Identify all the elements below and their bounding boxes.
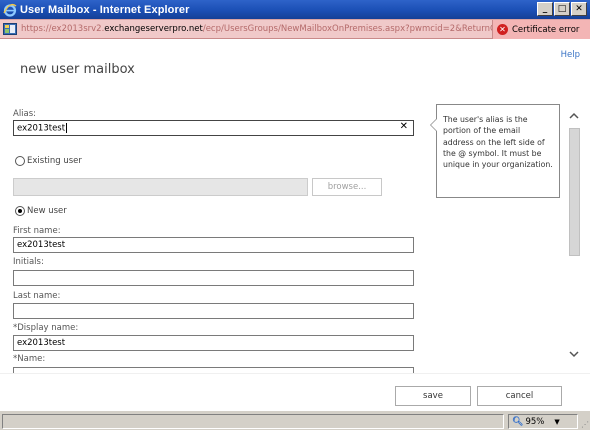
first-name-input[interactable]: ex2013test xyxy=(13,237,414,253)
initials-label: Initials: xyxy=(13,257,44,267)
tooltip-text: The user's alias is the portion of the e… xyxy=(443,115,553,170)
zoom-level: 95% xyxy=(525,416,545,427)
scrollbar-thumb[interactable] xyxy=(569,128,580,256)
help-link[interactable]: Help xyxy=(561,50,580,60)
name-label: *Name: xyxy=(13,354,46,364)
url-host: exchangeserverpro.net xyxy=(104,24,203,34)
existing-user-radio[interactable] xyxy=(15,156,25,166)
zoom-icon: 🔍︎ xyxy=(512,416,524,427)
new-user-label: New user xyxy=(27,206,67,216)
text-cursor xyxy=(66,123,68,133)
new-user-option[interactable]: New user xyxy=(15,206,67,216)
initials-input[interactable] xyxy=(13,270,414,286)
scroll-down-icon[interactable] xyxy=(568,348,580,360)
close-button[interactable]: ✕ xyxy=(571,2,587,16)
last-name-label: Last name: xyxy=(13,291,61,301)
existing-user-option[interactable]: Existing user xyxy=(15,156,82,166)
page-title: new user mailbox xyxy=(20,62,135,77)
minimize-button[interactable]: _ xyxy=(537,2,553,16)
cancel-button[interactable]: cancel xyxy=(477,386,562,406)
last-name-input[interactable] xyxy=(13,303,414,319)
shield-error-icon: ✕ xyxy=(497,24,508,35)
alias-label: Alias: xyxy=(13,109,37,119)
existing-user-field xyxy=(13,178,308,196)
status-bar: 🔍︎ 95% ▼ ⋰ xyxy=(0,410,590,430)
display-name-input[interactable]: ex2013test xyxy=(13,335,414,351)
chevron-down-icon: ▼ xyxy=(554,417,560,426)
tooltip-pointer xyxy=(430,118,437,132)
page-icon xyxy=(2,22,18,36)
certificate-error-button[interactable]: ✕ Certificate error xyxy=(492,20,590,39)
window-title: User Mailbox - Internet Explorer xyxy=(20,3,190,16)
save-button[interactable]: save xyxy=(395,386,471,406)
display-name-label: *Display name: xyxy=(13,323,79,333)
zoom-control[interactable]: 🔍︎ 95% ▼ xyxy=(508,414,578,429)
alias-input[interactable]: ex2013test ✕ xyxy=(13,120,414,136)
clear-icon[interactable]: ✕ xyxy=(400,122,408,132)
alias-value: ex2013test xyxy=(17,123,66,134)
browse-button: browse... xyxy=(312,178,382,196)
footer-divider xyxy=(0,373,590,374)
new-user-radio[interactable] xyxy=(15,206,25,216)
scroll-up-icon[interactable] xyxy=(568,110,580,122)
status-text-area xyxy=(2,414,504,429)
resize-grip-icon[interactable]: ⋰ xyxy=(581,420,589,429)
internet-explorer-icon xyxy=(3,3,17,17)
window-title-bar[interactable]: User Mailbox - Internet Explorer _ □ ✕ xyxy=(0,0,590,19)
url-path: /ecp/UsersGroups/NewMailboxOnPremises.as… xyxy=(202,24,503,34)
url-field[interactable]: https://ex2013srv2.exchangeserverpro.net… xyxy=(21,24,503,34)
alias-tooltip: The user's alias is the portion of the e… xyxy=(430,104,560,198)
certificate-error-label: Certificate error xyxy=(512,24,580,35)
url-prefix: https://ex2013srv2. xyxy=(21,24,105,34)
window-controls: _ □ ✕ xyxy=(537,2,587,16)
first-name-label: First name: xyxy=(13,226,61,236)
vertical-scrollbar[interactable] xyxy=(566,108,582,368)
maximize-button[interactable]: □ xyxy=(554,2,570,16)
address-bar: https://ex2013srv2.exchangeserverpro.net… xyxy=(0,19,590,39)
existing-user-label: Existing user xyxy=(27,156,82,166)
